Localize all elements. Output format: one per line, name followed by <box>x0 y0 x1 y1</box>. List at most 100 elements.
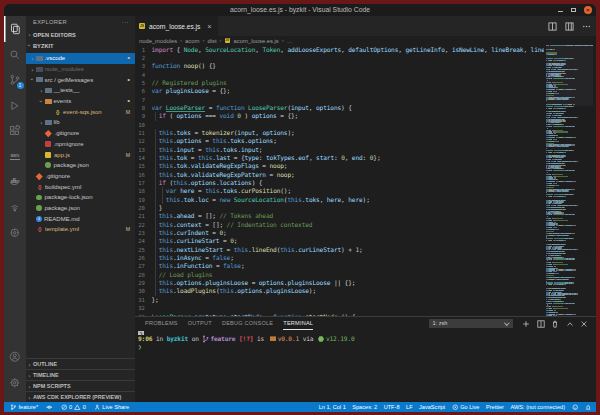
panel-tab-problems[interactable]: PROBLEMS <box>145 317 178 330</box>
tree-item-node-modules[interactable]: ›node_modules <box>26 64 135 75</box>
tree-item--gitignore[interactable]: .gitignore <box>26 171 135 182</box>
more-actions-icon[interactable] <box>582 22 591 31</box>
git-modified-badge: M <box>126 226 130 232</box>
tree-item-readme-md[interactable]: iREADME.md <box>26 213 135 224</box>
code-line-7 <box>152 96 545 104</box>
code-editor[interactable]: 1234567891011121314151617181920212223242… <box>135 45 596 316</box>
panel-tab-debug-console[interactable]: DEBUG CONSOLE <box>222 317 273 330</box>
status-aws-not-connected-[interactable]: AWS: (not connected) <box>510 404 565 410</box>
panel-tab-terminal[interactable]: TERMINAL <box>283 317 313 330</box>
close-panel-icon[interactable] <box>580 320 588 328</box>
gitlens-toggle[interactable] <box>46 404 53 411</box>
status-lf[interactable]: LF <box>406 404 413 410</box>
git-branch-indicator[interactable]: feature* <box>10 404 38 411</box>
breadcrumb-item[interactable]: acorn <box>185 38 200 44</box>
tree-item-buildspec-yml[interactable]: {}buildspec.yml <box>26 181 135 192</box>
new-terminal-icon[interactable] <box>522 320 530 328</box>
code-line-2 <box>152 54 545 62</box>
status-utf-8[interactable]: UTF-8 <box>384 404 400 410</box>
status-prettier[interactable]: Prettier <box>486 404 504 410</box>
extension-gear-icon[interactable] <box>4 220 26 246</box>
tree-item-package-lock-json[interactable]: package-lock.json <box>26 192 135 203</box>
minimize-button[interactable] <box>558 11 563 12</box>
breadcrumb-item[interactable]: acorn_loose.es.js <box>234 38 279 44</box>
code-line-4 <box>152 71 545 79</box>
source-control-icon[interactable]: 1 <box>4 67 26 93</box>
tree-item--tests-[interactable]: ›__tests__ <box>26 85 135 96</box>
remote-wifi-icon[interactable] <box>4 195 26 221</box>
git-branch-icon <box>202 335 209 343</box>
code-line-11: this.toks = tokenizer(input, options); <box>152 129 545 137</box>
account-icon[interactable] <box>4 344 26 370</box>
terminal-shell-select[interactable]: 1: zsh <box>429 319 513 328</box>
breadcrumb-item[interactable]: … <box>287 38 293 44</box>
chevron-right-icon: › <box>26 383 33 390</box>
git-modified-badge: M <box>126 109 130 115</box>
search-icon[interactable] <box>4 42 26 68</box>
close-button[interactable]: × <box>584 6 593 15</box>
chevron-right-icon: › <box>38 87 45 94</box>
tree-item-events[interactable]: ›events• <box>26 96 135 107</box>
code-line-32 <box>152 304 545 312</box>
docker-icon[interactable] <box>4 169 26 195</box>
status-go-live[interactable]: Go Live <box>452 404 480 411</box>
feedback-smiley-icon[interactable] <box>572 404 579 411</box>
status-ln-1-col-1[interactable]: Ln 1, Col 1 <box>319 404 346 410</box>
breadcrumb-item[interactable]: dist <box>208 38 217 44</box>
explorer-icon[interactable] <box>4 16 26 42</box>
tree-item-template-yml[interactable]: {}template.ymlM <box>26 224 135 235</box>
modified-dot-badge: • <box>127 53 130 63</box>
tree-item--gitignore[interactable]: .gitignore <box>26 128 135 139</box>
workspace-root-section[interactable]: ›BYZKIT <box>26 40 135 51</box>
breadcrumb[interactable]: node_modules›acorn›dist›JSacorn_loose.es… <box>135 36 596 45</box>
run-debug-icon[interactable] <box>4 93 26 119</box>
chevron-right-icon: › <box>38 119 45 126</box>
section-outline[interactable]: ›OUTLINE <box>26 358 135 369</box>
chevron-right-icon: › <box>29 55 36 62</box>
section-npm-scripts[interactable]: ›NPM SCRIPTS <box>26 380 135 391</box>
breadcrumb-separator: › <box>203 37 205 44</box>
tree-item-package-json[interactable]: package.json <box>26 160 135 171</box>
tab-close-icon[interactable]: × <box>207 22 211 31</box>
tree-item-app-js[interactable]: app.jsM <box>26 149 135 160</box>
js-file-icon: JS <box>139 23 145 29</box>
tree-item-src-getmessages[interactable]: ›src / getMessages• <box>26 74 135 85</box>
scm-badge: 1 <box>17 82 24 89</box>
tree-item--npmignore[interactable]: .npmignore <box>26 139 135 150</box>
split-editor-icon[interactable] <box>548 22 557 31</box>
settings-gear-icon[interactable] <box>4 370 26 396</box>
bottom-panel: PROBLEMS OUTPUT DEBUG CONSOLE TERMINAL 1: z… <box>135 316 596 402</box>
panel-tab-output[interactable]: OUTPUT <box>188 317 212 330</box>
status-javascript[interactable]: JavaScript <box>419 404 445 410</box>
js-file-icon <box>45 152 51 158</box>
tab-acorn-loose[interactable]: JS acorn_loose.es.js × <box>135 16 218 36</box>
status-spaces-2[interactable]: Spaces: 2 <box>352 404 377 410</box>
split-terminal-icon[interactable] <box>537 320 545 328</box>
open-editors-section[interactable]: ›OPEN EDITORS <box>26 29 135 40</box>
code-line-3: function noop() {} <box>152 62 545 70</box>
terminal[interactable]: 2 9:06 in byzkit on feature [!?] is v0.0… <box>138 331 596 402</box>
minimap[interactable] <box>546 45 593 316</box>
tree-item--vscode[interactable]: ›.vscode• <box>26 53 135 64</box>
folder-file-icon <box>45 88 52 93</box>
breadcrumb-item[interactable]: node_modules <box>139 38 177 44</box>
tree-item-lib[interactable]: ›lib <box>26 117 135 128</box>
editor-layout-icon[interactable] <box>565 22 574 31</box>
maximize-panel-icon[interactable] <box>566 320 574 328</box>
notifications-bell-icon[interactable] <box>585 404 592 411</box>
chevron-down-icon: › <box>26 42 33 49</box>
braces-file-icon: {} <box>36 226 43 232</box>
section-timeline[interactable]: ›TIMELINE <box>26 369 135 380</box>
explorer-sidebar: EXPLORER··· ›OPEN EDITORS ›BYZKIT ›.vsco… <box>26 16 135 402</box>
section-aws-cdk-explorer-preview-[interactable]: ›AWS CDK EXPLORER (PREVIEW) <box>26 391 135 402</box>
live-share-button[interactable]: Live Share <box>94 404 129 411</box>
aws-icon[interactable]: aws <box>4 144 26 170</box>
extensions-icon[interactable] <box>4 118 26 144</box>
tree-item-package-json[interactable]: package.json <box>26 203 135 214</box>
folder-file-icon <box>36 77 43 82</box>
sidebar-more-actions[interactable]: ··· <box>122 16 129 29</box>
tree-item-event-sqs-json[interactable]: {}event-sqs.jsonM <box>26 106 135 117</box>
problems-indicator[interactable]: 0 0 <box>61 404 86 411</box>
maximize-button[interactable] <box>571 8 576 13</box>
kill-terminal-icon[interactable] <box>551 320 559 328</box>
